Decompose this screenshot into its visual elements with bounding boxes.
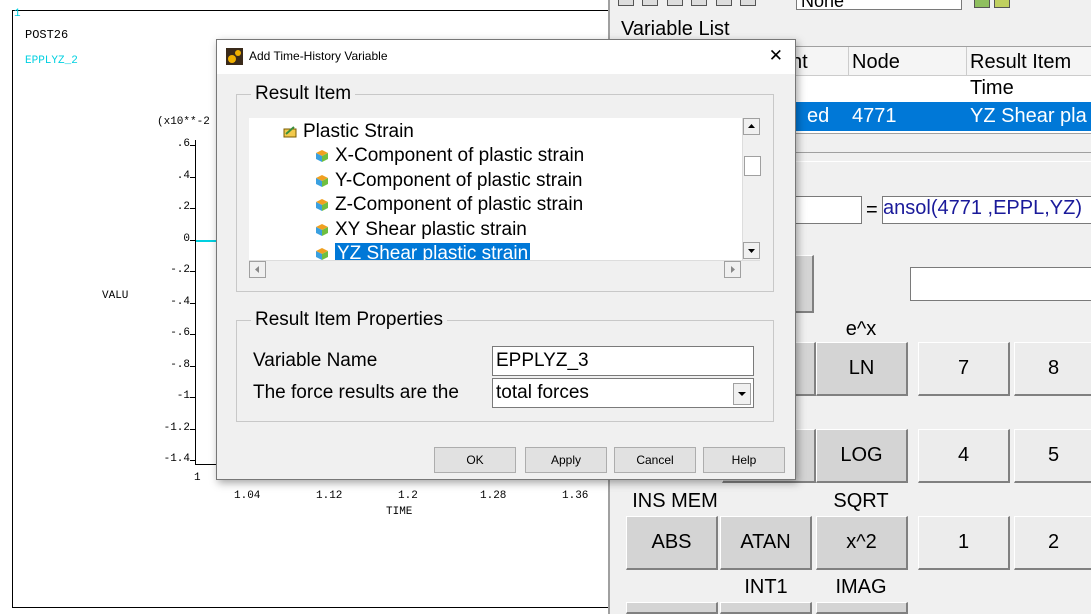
force-results-select[interactable]: total forces — [492, 378, 754, 408]
x-axis-label: TIME — [386, 506, 413, 518]
cube-icon — [316, 150, 328, 162]
scroll-right-button[interactable] — [724, 261, 741, 278]
calc-button-row4-b[interactable] — [720, 602, 812, 614]
calc-label-insmem: INS MEM — [632, 490, 718, 512]
expression-equals: = — [866, 199, 878, 221]
row-result: Time — [970, 77, 1014, 99]
y-tick-label: .2 — [176, 201, 190, 213]
y-tick-label: -.2 — [170, 264, 190, 276]
x-tick-label-lower: 1.2 — [398, 490, 418, 502]
force-results-value: total forces — [496, 382, 589, 403]
row-node: 4771 — [852, 105, 897, 127]
scroll-left-button[interactable] — [249, 261, 266, 278]
one-button[interactable]: 1 — [918, 516, 1010, 570]
cube-icon — [316, 174, 328, 187]
ansys-app-icon — [226, 48, 243, 65]
calc-button-row4-c[interactable] — [816, 602, 908, 614]
y-tick-label: -.8 — [170, 358, 190, 371]
program-label: POST26 — [25, 28, 69, 42]
two-button[interactable]: 2 — [1014, 516, 1091, 570]
result-item-group-label: Result Item — [251, 83, 356, 105]
y-scale-label: (x10**-2 — [157, 116, 210, 128]
add-variable-icon[interactable] — [974, 0, 990, 8]
folder-icon — [283, 126, 297, 138]
dialog-titlebar[interactable]: Add Time-History Variable ✕ — [217, 40, 795, 74]
dialog-title: Add Time-History Variable — [249, 49, 388, 63]
scroll-down-button[interactable] — [743, 242, 760, 259]
calc-label-imag: IMAG — [835, 576, 887, 598]
help-button[interactable]: Help — [703, 447, 785, 473]
y-tick-label: .6 — [176, 138, 190, 150]
scroll-up-button[interactable] — [743, 118, 760, 135]
close-icon[interactable]: ✕ — [769, 46, 783, 66]
abs-button[interactable]: ABS — [626, 516, 718, 570]
delete-variable-icon[interactable] — [994, 0, 1010, 8]
y-tick-label: .4 — [176, 169, 190, 182]
square-button[interactable]: x^2 — [816, 516, 908, 570]
atan-button[interactable]: ATAN — [720, 516, 812, 570]
x-tick-label-upper: 1 — [194, 472, 201, 484]
expression-text: ansol(4771 ,EPPL,YZ) — [883, 197, 1082, 219]
toolbar-icons[interactable] — [618, 0, 768, 6]
scroll-thumb[interactable] — [744, 156, 761, 176]
row-result: YZ Shear pla — [970, 105, 1087, 127]
calc-display[interactable] — [910, 267, 1091, 301]
cube-icon — [316, 248, 328, 260]
tree-horizontal-scrollbar[interactable] — [249, 260, 760, 279]
cube-icon — [316, 223, 328, 236]
cancel-button[interactable]: Cancel — [614, 447, 696, 473]
variable-list-title: Variable List — [621, 18, 730, 40]
window-number: 1 — [14, 8, 21, 20]
force-results-label: The force results are the — [253, 382, 459, 403]
y-tick-label: -1.2 — [163, 421, 190, 434]
tree-item[interactable]: X-Component of plastic strain — [315, 145, 584, 167]
calc-label-sqrt: SQRT — [833, 490, 889, 512]
ok-button[interactable]: OK — [434, 447, 516, 473]
tree-item-plastic-strain[interactable]: Plastic Strain — [283, 121, 414, 143]
toolbar-dropdown[interactable]: None — [796, 0, 962, 11]
y-tick-label: 0 — [183, 232, 190, 245]
header-node[interactable]: Node — [852, 51, 900, 74]
y-tick-label: -.6 — [170, 327, 190, 339]
x-tick-label-lower: 1.36 — [562, 490, 589, 502]
eight-button[interactable]: 8 — [1014, 342, 1091, 396]
tree-item[interactable]: XY Shear plastic strain — [315, 219, 527, 241]
y-axis-label: VALU — [102, 290, 129, 302]
x-tick-label-lower: 1.12 — [316, 490, 343, 502]
five-button[interactable]: 5 — [1014, 429, 1091, 483]
seven-button[interactable]: 7 — [918, 342, 1010, 396]
y-tick-label: -1.4 — [163, 453, 190, 465]
y-tick-label: -.4 — [170, 295, 190, 308]
x-tick-label-lower: 1.28 — [480, 490, 507, 502]
cube-icon — [316, 199, 328, 211]
tree-item[interactable]: Z-Component of plastic strain — [315, 194, 583, 216]
calc-label-int1: INT1 — [744, 576, 788, 598]
x-tick-label-lower: 1.04 — [234, 490, 261, 502]
curve-label: EPPLYZ_2 — [25, 55, 78, 67]
log-button[interactable]: LOG — [816, 429, 908, 483]
properties-group-label: Result Item Properties — [251, 309, 447, 331]
header-result-item[interactable]: Result Item — [970, 51, 1071, 74]
chevron-down-icon[interactable] — [733, 383, 751, 405]
tree-item[interactable]: YZ Shear plastic strain — [315, 243, 531, 260]
variable-name-field[interactable]: EPPLYZ_3 — [492, 346, 754, 376]
variable-name-label: Variable Name — [253, 350, 378, 371]
row-col1: ed — [807, 105, 830, 127]
apply-button[interactable]: Apply — [525, 447, 607, 473]
data-curve — [196, 240, 218, 242]
tree-vertical-scrollbar[interactable] — [742, 118, 761, 260]
ln-button[interactable]: LN — [816, 342, 908, 396]
tree-item[interactable]: Y-Component of plastic strain — [315, 170, 582, 192]
four-button[interactable]: 4 — [918, 429, 1010, 483]
expression-input[interactable]: ansol(4771 ,EPPL,YZ) — [882, 196, 1091, 224]
y-axis — [195, 140, 196, 465]
result-item-tree[interactable]: Plastic Strain X-Component of plastic st… — [249, 118, 743, 260]
calc-button-row4-a[interactable] — [626, 602, 718, 614]
calc-label-ex: e^x — [845, 318, 877, 340]
y-tick-label: -1 — [176, 390, 190, 402]
